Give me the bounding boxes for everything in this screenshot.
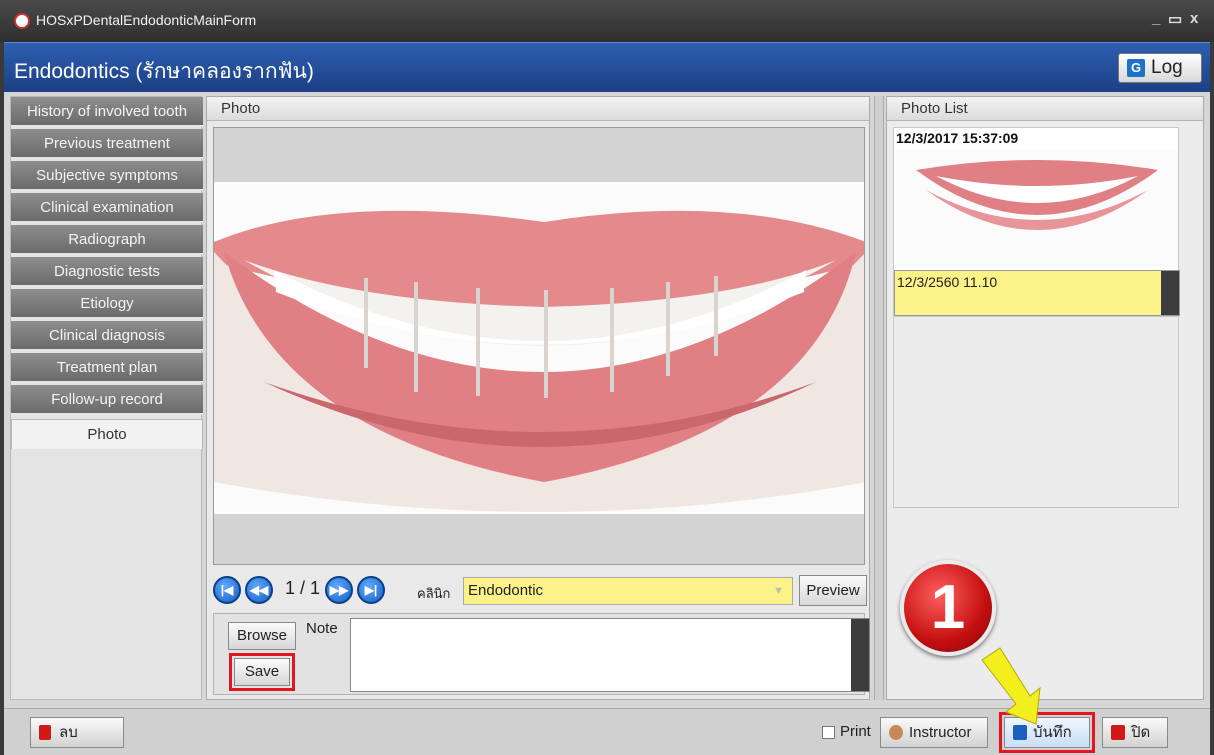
save-photo-button[interactable]: Save: [229, 653, 295, 691]
tab-treatment-plan[interactable]: Treatment plan: [11, 353, 203, 383]
log-button-label: Log: [1151, 57, 1183, 78]
window-titlebar: HOSxPDentalEndodonticMainForm _ ▭ x: [0, 0, 1214, 42]
instructor-button[interactable]: Instructor: [880, 717, 988, 748]
first-page-icon[interactable]: |◀: [213, 576, 241, 604]
clinic-select-value: Endodontic: [468, 582, 544, 599]
tab-radiograph[interactable]: Radiograph: [11, 225, 203, 255]
floppy-disk-icon: [1013, 725, 1027, 740]
log-icon: G: [1127, 59, 1145, 77]
tab-clinical-diagnosis[interactable]: Clinical diagnosis: [11, 321, 203, 351]
form-header: Endodontics (รักษาคลองรากฟัน) G Log: [4, 42, 1210, 92]
footer-toolbar: ลบ Print Instructor บันทึก ปิด: [4, 708, 1210, 755]
note-scrollbar[interactable]: [851, 619, 869, 691]
next-page-icon[interactable]: ▶▶: [325, 576, 353, 604]
tab-history-of-involved-tooth[interactable]: History of involved tooth: [11, 97, 203, 127]
photo-note-scrollbar[interactable]: [1161, 271, 1179, 315]
close-button-label: ปิด: [1131, 724, 1151, 741]
print-label: Print: [840, 723, 871, 740]
close-icon: [1111, 725, 1125, 740]
tab-previous-treatment[interactable]: Previous treatment: [11, 129, 203, 159]
save-button-label: บันทึก: [1033, 724, 1072, 741]
trash-icon: [39, 725, 51, 740]
note-input[interactable]: [350, 618, 870, 692]
tab-clinical-examination[interactable]: Clinical examination: [11, 193, 203, 223]
smile-photo: [214, 182, 864, 514]
print-checkbox[interactable]: [822, 726, 835, 739]
minimize-button[interactable]: _: [1152, 10, 1160, 27]
close-window-button[interactable]: x: [1190, 10, 1198, 27]
log-button[interactable]: G Log: [1118, 53, 1202, 83]
last-page-icon[interactable]: ▶|: [357, 576, 385, 604]
tab-follow-up-record[interactable]: Follow-up record: [11, 385, 203, 415]
main-body: History of involved tooth Previous treat…: [4, 92, 1210, 708]
user-icon: [889, 725, 903, 740]
clinic-select[interactable]: Endodontic ▼: [463, 577, 793, 605]
save-button[interactable]: บันทึก: [999, 712, 1095, 753]
close-button[interactable]: ปิด: [1102, 717, 1168, 748]
photo-panel-title: Photo: [207, 97, 869, 121]
tab-diagnostic-tests[interactable]: Diagnostic tests: [11, 257, 203, 287]
photo-list-title: Photo List: [887, 97, 1203, 121]
clinic-label: คลินิก: [417, 586, 451, 601]
previous-page-icon[interactable]: ◀◀: [245, 576, 273, 604]
app-icon: [14, 13, 30, 29]
section-tabs: History of involved tooth Previous treat…: [10, 96, 203, 700]
photo-list-divider: [893, 507, 1179, 508]
photo-list-empty-area: [893, 317, 1179, 507]
photo-list-item[interactable]: 12/3/2017 15:37:09 12/3/2560 11.10: [893, 127, 1180, 317]
photo-note-field[interactable]: 12/3/2560 11.10: [894, 270, 1180, 316]
step-badge: 1: [900, 560, 996, 656]
preview-button[interactable]: Preview: [799, 575, 867, 606]
delete-button[interactable]: ลบ: [30, 717, 124, 748]
photo-panel: Photo |◀ ◀◀ 1 / 1 ▶▶ ▶| คลินิก Endodonti…: [206, 96, 870, 700]
tab-photo[interactable]: Photo: [11, 419, 203, 449]
window-title: HOSxPDentalEndodonticMainForm: [36, 12, 257, 28]
panel-splitter[interactable]: [874, 96, 884, 700]
chevron-down-icon[interactable]: ▼: [773, 578, 784, 604]
photo-navigation: |◀ ◀◀ 1 / 1 ▶▶ ▶| คลินิก Endodontic ▼ Pr…: [213, 573, 867, 609]
instructor-button-label: Instructor: [909, 724, 972, 741]
browse-button[interactable]: Browse: [228, 622, 296, 650]
photo-thumbnail[interactable]: [896, 150, 1178, 268]
photo-note-text: 12/3/2560 11.10: [897, 274, 998, 290]
page-counter: 1 / 1: [285, 578, 321, 598]
note-area: Browse Note Save: [213, 613, 870, 695]
photo-viewer[interactable]: [213, 127, 865, 565]
page-title: Endodontics (รักษาคลองรากฟัน): [14, 60, 314, 83]
delete-button-label: ลบ: [59, 724, 78, 741]
maximize-button[interactable]: ▭: [1168, 10, 1182, 28]
tab-etiology[interactable]: Etiology: [11, 289, 203, 319]
note-label: Note: [306, 620, 338, 637]
tab-subjective-symptoms[interactable]: Subjective symptoms: [11, 161, 203, 191]
photo-timestamp: 12/3/2017 15:37:09: [896, 130, 1019, 146]
